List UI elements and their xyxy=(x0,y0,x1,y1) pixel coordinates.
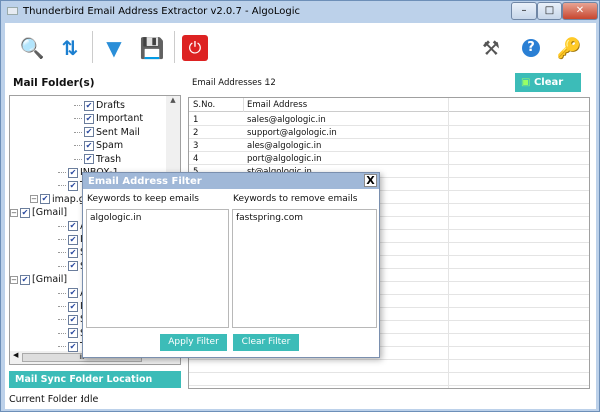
email-count: 12 xyxy=(265,78,276,88)
close-button[interactable]: ✕ xyxy=(562,2,598,20)
folder-checkbox[interactable]: ✔ xyxy=(20,207,30,218)
folder-checkbox[interactable]: ✔ xyxy=(84,140,94,151)
save-icon[interactable]: 💾 xyxy=(139,35,165,61)
email-address-filter-dialog: Email Address Filter X Keywords to keep e… xyxy=(82,172,380,358)
folder-label: Sent Mail xyxy=(96,126,140,138)
table-row[interactable]: 2 support@algologic.in xyxy=(189,126,589,139)
refresh-icon[interactable]: ⇅ xyxy=(57,35,83,61)
folder-label: Spam xyxy=(96,140,124,152)
dialog-close-button[interactable]: X xyxy=(364,174,377,187)
folder-label: Trash xyxy=(96,153,122,165)
folders-heading: Mail Folder(s) xyxy=(13,77,95,89)
table-row[interactable]: 4 port@algologic.in xyxy=(189,152,589,165)
folder-checkbox[interactable]: ✔ xyxy=(84,154,94,165)
keep-keywords-label: Keywords to keep emails xyxy=(87,194,199,204)
folder-tree-item[interactable]: − ✔ [Gmail] xyxy=(10,206,67,219)
folder-tree-item[interactable]: ✔ Trash xyxy=(74,153,121,166)
remove-keywords-textarea[interactable]: fastspring.com xyxy=(232,209,377,328)
table-row[interactable]: 1 sales@algologic.in xyxy=(189,113,589,126)
folder-label: Important xyxy=(96,113,144,125)
folder-checkbox[interactable]: ✔ xyxy=(68,180,78,191)
folder-tree-item[interactable]: ✔ Important xyxy=(74,112,143,125)
column-header-sno[interactable]: S.No. xyxy=(193,100,215,110)
tools-icon[interactable]: ⚒ xyxy=(478,35,504,61)
dialog-title: Email Address Filter X xyxy=(83,173,379,189)
row-email: support@algologic.in xyxy=(247,128,337,138)
empty-row xyxy=(189,360,589,373)
keep-keywords-textarea[interactable]: algologic.in xyxy=(86,209,229,328)
toolbar-separator xyxy=(92,31,93,63)
filter-icon[interactable]: ▼ xyxy=(101,35,127,61)
folder-tree-item[interactable]: ✔ Drafts xyxy=(74,99,125,112)
email-count-label: Email Addresses : xyxy=(192,78,268,88)
clear-list-button[interactable]: ▣ Clear List xyxy=(515,73,581,107)
row-sno: 3 xyxy=(193,141,199,151)
row-sno: 2 xyxy=(193,128,199,138)
folder-checkbox[interactable]: ✔ xyxy=(68,301,78,312)
folder-checkbox[interactable]: ✔ xyxy=(68,167,78,178)
help-icon[interactable]: ? xyxy=(522,39,540,57)
folder-tree-item[interactable]: ✔ Spam xyxy=(74,139,123,152)
folder-checkbox[interactable]: ✔ xyxy=(68,328,78,339)
minimize-button[interactable]: – xyxy=(511,2,537,20)
folder-checkbox[interactable]: ✔ xyxy=(68,341,78,352)
folder-checkbox[interactable]: ✔ xyxy=(84,127,94,138)
folder-checkbox[interactable]: ✔ xyxy=(40,194,50,205)
clear-filter-button[interactable]: Clear Filter xyxy=(233,334,299,351)
trash-icon: ▣ xyxy=(521,77,531,88)
folder-tree-item[interactable]: ✔ Sent Mail xyxy=(74,126,140,139)
dialog-title-text: Email Address Filter xyxy=(88,176,202,187)
window-title: Thunderbird Email Address Extractor v2.0… xyxy=(23,6,301,17)
power-icon[interactable]: ⏻ xyxy=(182,35,208,61)
app-icon xyxy=(7,7,18,15)
folder-checkbox[interactable]: ✔ xyxy=(20,274,30,285)
current-folder-label: Current Folder : xyxy=(9,394,84,405)
current-folder-value: Idle xyxy=(81,394,99,405)
key-icon[interactable]: 🔑 xyxy=(556,35,582,61)
folder-checkbox[interactable]: ✔ xyxy=(84,113,94,124)
folder-checkbox[interactable]: ✔ xyxy=(68,261,78,272)
row-email: port@algologic.in xyxy=(247,154,322,164)
folder-checkbox[interactable]: ✔ xyxy=(68,314,78,325)
folder-tree-item[interactable]: − ✔ [Gmail] xyxy=(10,273,67,286)
folder-checkbox[interactable]: ✔ xyxy=(68,221,78,232)
table-row[interactable]: 3 ales@algologic.in xyxy=(189,139,589,152)
collapse-icon[interactable]: − xyxy=(10,208,18,217)
column-header-email[interactable]: Email Address xyxy=(247,100,307,110)
title-bar: Thunderbird Email Address Extractor v2.0… xyxy=(1,1,600,23)
toolbar-separator xyxy=(174,31,175,63)
folder-checkbox[interactable]: ✔ xyxy=(68,247,78,258)
folder-label: [Gmail] xyxy=(32,207,68,219)
mail-sync-folder-location-button[interactable]: Mail Sync Folder Location xyxy=(9,371,181,388)
maximize-button[interactable]: □ xyxy=(537,2,562,20)
folder-checkbox[interactable]: ✔ xyxy=(68,288,78,299)
folder-label: [Gmail] xyxy=(32,274,68,286)
collapse-icon[interactable]: − xyxy=(30,195,38,204)
apply-filter-button[interactable]: Apply Filter xyxy=(160,334,227,351)
empty-row xyxy=(189,373,589,386)
row-sno: 4 xyxy=(193,154,199,164)
row-email: sales@algologic.in xyxy=(247,115,326,125)
folder-label: Drafts xyxy=(96,100,125,111)
collapse-icon[interactable]: − xyxy=(10,275,18,284)
remove-keywords-label: Keywords to remove emails xyxy=(233,194,358,204)
folder-checkbox[interactable]: ✔ xyxy=(84,100,94,111)
row-email: ales@algologic.in xyxy=(247,141,322,151)
search-icon[interactable]: 🔍 xyxy=(19,35,45,61)
table-header: S.No. Email Address xyxy=(189,98,589,388)
row-sno: 1 xyxy=(193,115,199,125)
folder-checkbox[interactable]: ✔ xyxy=(68,234,78,245)
